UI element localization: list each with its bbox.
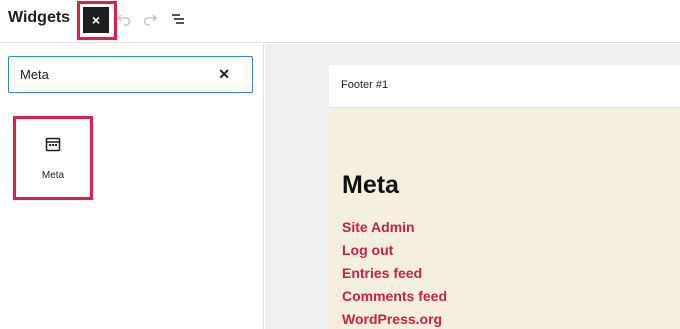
meta-link[interactable]: Comments feed [342,285,447,308]
meta-link[interactable]: Log out [342,239,447,262]
page-title: Widgets [8,9,71,26]
widget-area-header[interactable]: Footer #1 [329,65,680,108]
block-label: Meta [41,170,65,181]
search-value: Meta [20,67,49,82]
meta-links-list: Site Admin Log out Entries feed Comments… [342,216,447,329]
meta-link[interactable]: Site Admin [342,216,447,239]
editor-canvas: Footer #1 Meta Site Admin Log out Entrie… [265,44,680,329]
redo-icon[interactable] [140,9,160,29]
meta-link[interactable]: Entries feed [342,262,447,285]
list-view-icon[interactable] [168,9,188,29]
undo-icon[interactable] [114,9,134,29]
meta-widget-heading: Meta [342,171,399,199]
top-toolbar: Widgets × [0,0,680,43]
calendar-icon [45,136,61,157]
search-input[interactable]: Meta ✕ [8,56,253,93]
clear-search-icon[interactable]: ✕ [218,66,230,83]
block-inserter-panel: Meta ✕ Meta [0,44,264,329]
meta-block-item[interactable]: Meta [13,116,93,200]
widget-area-body: Meta Site Admin Log out Entries feed Com… [329,109,680,329]
widget-area-title: Footer #1 [341,79,389,91]
meta-link[interactable]: WordPress.org [342,308,447,329]
highlight-box [77,1,117,40]
